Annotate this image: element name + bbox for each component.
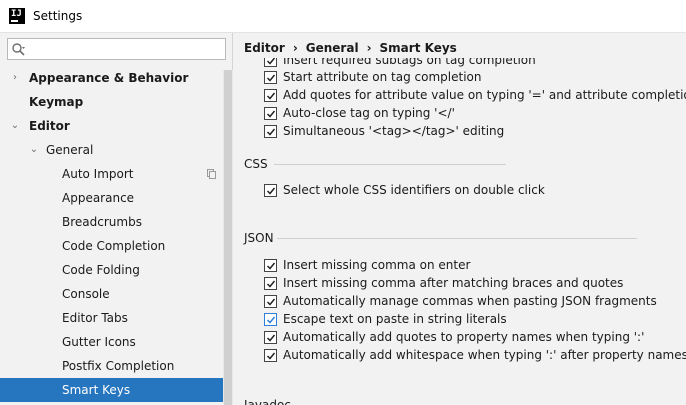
sidebar-item-gutter-icons[interactable]: Gutter Icons — [0, 330, 223, 354]
sidebar-item-console[interactable]: Console — [0, 282, 223, 306]
sidebar-item-breadcrumbs[interactable]: Breadcrumbs — [0, 210, 223, 234]
section-json-title: JSON — [244, 231, 274, 245]
checkbox[interactable] — [264, 259, 277, 272]
section-divider — [277, 238, 637, 239]
checkbox[interactable] — [264, 71, 277, 84]
section-css-title: CSS — [244, 157, 268, 171]
title-bar: IJ Settings — [0, 0, 686, 33]
breadcrumb-separator: › — [366, 41, 372, 55]
sidebar-item-editor[interactable]: ⌄ Editor — [0, 114, 223, 138]
settings-search-input[interactable] — [7, 38, 226, 60]
breadcrumb-separator: › — [292, 41, 298, 55]
breadcrumb-editor: Editor — [244, 41, 285, 55]
sidebar-item-auto-import[interactable]: Auto Import — [0, 162, 223, 186]
checkbox[interactable] — [264, 184, 277, 197]
options-scroll-area[interactable]: Insert required subtags on tag completio… — [233, 58, 686, 405]
breadcrumb: Editor › General › Smart Keys — [244, 41, 457, 55]
checkbox[interactable] — [264, 313, 277, 326]
section-divider — [274, 164, 506, 165]
scrollbar-thumb[interactable] — [224, 70, 232, 405]
sidebar-scrollbar[interactable] — [223, 70, 233, 405]
checkbox[interactable] — [264, 295, 277, 308]
sidebar-item-editor-tabs[interactable]: Editor Tabs — [0, 306, 223, 330]
checkbox[interactable] — [264, 107, 277, 120]
checkbox[interactable] — [264, 349, 277, 362]
sidebar-item-appearance[interactable]: Appearance — [0, 186, 223, 210]
settings-content-panel: Editor › General › Smart Keys Insert require… — [233, 33, 686, 405]
section-javadoc-title: Javadoc — [244, 398, 291, 405]
sidebar-item-postfix-completion[interactable]: Postfix Completion — [0, 354, 223, 378]
checkbox[interactable] — [264, 58, 277, 67]
search-icon — [12, 43, 25, 56]
chevron-right-icon: › — [13, 72, 17, 83]
sidebar-item-code-completion[interactable]: Code Completion — [0, 234, 223, 258]
sidebar-item-appearance-behavior[interactable]: › Appearance & Behavior — [0, 66, 223, 90]
breadcrumb-general: General — [305, 41, 359, 55]
settings-sidebar: › Appearance & Behavior Keymap ⌄ Editor … — [0, 33, 233, 405]
sidebar-item-general[interactable]: ⌄ General — [0, 138, 223, 162]
window-title: Settings — [33, 9, 83, 23]
intellij-app-icon: IJ — [9, 8, 25, 24]
chevron-down-icon: ⌄ — [10, 120, 20, 131]
checkbox[interactable] — [264, 277, 277, 290]
checkbox[interactable] — [264, 125, 277, 138]
chevron-down-icon: ⌄ — [29, 144, 39, 155]
copy-icon — [207, 169, 216, 179]
checkbox[interactable] — [264, 89, 277, 102]
sidebar-item-keymap[interactable]: Keymap — [0, 90, 223, 114]
sidebar-item-smart-keys[interactable]: Smart Keys — [0, 378, 223, 402]
checkbox[interactable] — [264, 331, 277, 344]
breadcrumb-smart-keys: Smart Keys — [379, 41, 457, 55]
sidebar-item-code-folding[interactable]: Code Folding — [0, 258, 223, 282]
